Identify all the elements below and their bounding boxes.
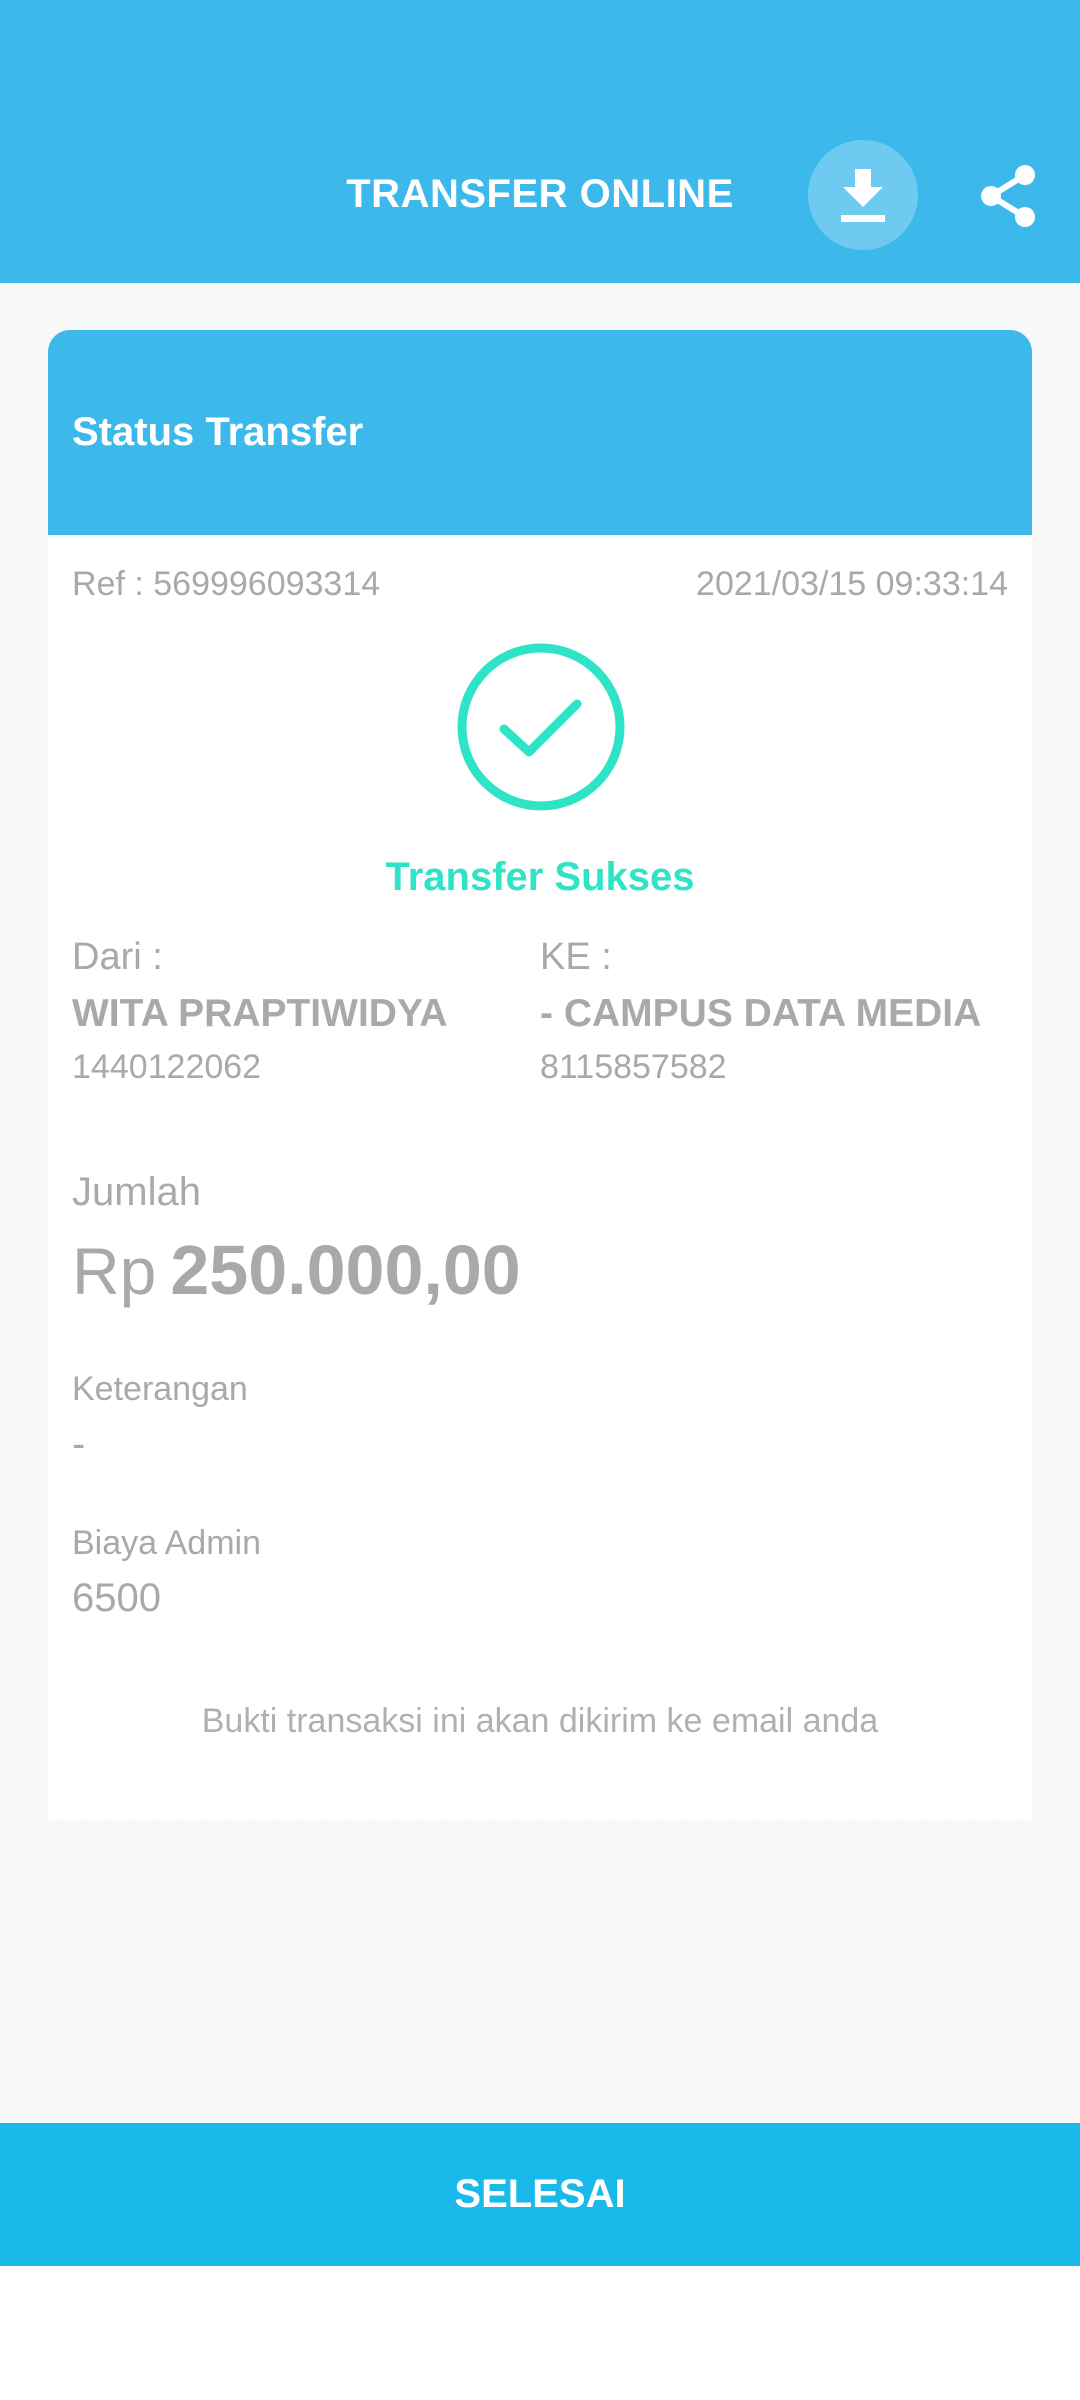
from-name: WITA PRAPTIWIDYA — [72, 992, 448, 1035]
admin-fee-value: 6500 — [72, 1576, 161, 1620]
admin-fee-label: Biaya Admin — [72, 1524, 261, 1562]
page-title: TRANSFER ONLINE — [346, 172, 734, 216]
to-name: - CAMPUS DATA MEDIA — [540, 992, 982, 1035]
description-value: - — [72, 1422, 86, 1466]
download-icon — [841, 169, 885, 222]
check-circle-icon — [457, 643, 625, 811]
card-header: Status Transfer — [48, 330, 1032, 535]
amount-value: 250.000,00 — [170, 1231, 521, 1309]
amount: Rp 250.000,00 — [72, 1230, 521, 1310]
amount-currency: Rp — [72, 1234, 157, 1308]
download-button[interactable] — [808, 140, 918, 250]
from-account: 1440122062 — [72, 1048, 262, 1086]
share-button[interactable] — [972, 160, 1044, 232]
receipt-torn-edge — [48, 1804, 1032, 1822]
receipt-card: Status Transfer Ref : 569996093314 2021/… — [48, 330, 1032, 1820]
share-icon — [981, 165, 1035, 227]
description-label: Keterangan — [72, 1370, 248, 1408]
footer-note: Bukti transaksi ini akan dikirim ke emai… — [201, 1702, 879, 1740]
card-title: Status Transfer — [72, 410, 364, 454]
bottom-area — [0, 2266, 1080, 2400]
amount-label: Jumlah — [72, 1170, 201, 1214]
app-bar: TRANSFER ONLINE — [0, 0, 1080, 283]
transaction-datetime: 2021/03/15 09:33:14 — [696, 565, 1008, 603]
done-button[interactable]: SELESAI — [0, 2123, 1080, 2266]
reference-number: Ref : 569996093314 — [72, 565, 381, 603]
to-account: 8115857582 — [540, 1048, 727, 1086]
from-label: Dari : — [72, 936, 163, 978]
status-text: Transfer Sukses — [385, 855, 695, 899]
to-label: KE : — [540, 936, 612, 978]
